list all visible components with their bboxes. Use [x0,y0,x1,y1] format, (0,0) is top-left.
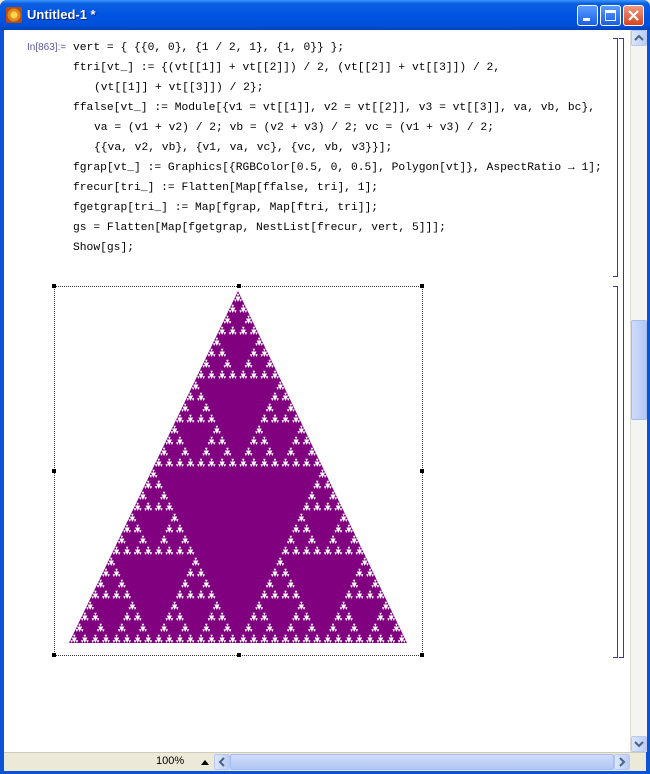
title-bar[interactable]: Untitled-1 * [0,0,650,30]
maximize-button[interactable] [600,5,621,26]
code-line: Show[gs]; [73,242,135,254]
resize-handle-top-left[interactable] [52,284,56,288]
window-client-area: In[863]:= vert = { {{0, 0}, {1 / 2, 1}, … [4,30,647,771]
resize-handle-bottom-left[interactable] [52,653,56,657]
minimize-button[interactable] [577,5,598,26]
minimize-icon [583,18,590,21]
horizontal-scroll-thumb[interactable] [230,754,614,770]
code-line: vert = { {{0, 0}, {1 / 2, 1}, {1, 0}} }; [73,42,345,54]
input-cell-label: In[863]:= [27,42,67,53]
input-cell-bracket[interactable] [613,38,618,277]
notebook-content[interactable]: In[863]:= vert = { {{0, 0}, {1 / 2, 1}, … [4,30,630,752]
resize-handle-bottom[interactable] [237,653,241,657]
code-line: fgetgrap[tri_] := Map[fgrap, Map[ftri, t… [73,202,379,214]
scroll-left-button[interactable] [214,754,230,770]
sierpinski-graphic[interactable] [54,286,423,656]
code-line: gs = Flatten[Map[fgetgrap, NestList[frec… [73,222,446,234]
mathematica-app-icon[interactable] [6,7,22,23]
window-title: Untitled-1 * [27,7,96,22]
resize-handle-bottom-right[interactable] [420,653,424,657]
resize-handle-right[interactable] [420,469,424,473]
close-icon [628,10,639,21]
code-line: ftri[vt_] := {(vt[[1]] + vt[[2]]) / 2, (… [73,62,501,74]
code-line: va = (v1 + v2) / 2; vb = (v2 + v3) / 2; … [94,122,494,134]
code-line: fgrap[vt_] := Graphics[{RGBColor[0.5, 0,… [73,162,602,174]
resize-handle-top[interactable] [237,284,241,288]
group-cell-bracket[interactable] [619,38,624,658]
zoom-dropdown-arrow-icon [201,760,209,765]
sierpinski-triangle [69,291,407,643]
close-button[interactable] [623,5,644,26]
horizontal-scrollbar[interactable] [214,754,630,770]
scroll-up-button[interactable] [631,30,647,46]
zoom-level: 100% [156,755,185,767]
vertical-scrollbar[interactable] [630,30,647,752]
status-bar: 100% [4,752,646,771]
resize-handle-left[interactable] [52,469,56,473]
arrow-up-icon [634,34,644,41]
resize-handle-top-right[interactable] [420,284,424,288]
scroll-down-button[interactable] [631,736,647,752]
notebook-window: Untitled-1 * In[863]:= vert = { {{0, 0},… [0,0,650,774]
vertical-scroll-thumb[interactable] [631,320,647,420]
arrow-down-icon [634,741,644,748]
graphics-cell-bracket[interactable] [613,286,618,658]
code-line: {{va, v2, vb}, {v1, va, vc}, {vc, vb, v3… [94,142,393,154]
scroll-right-button[interactable] [614,754,630,770]
code-line: frecur[tri_] := Flatten[Map[ffalse, tri]… [73,182,379,194]
arrow-left-icon [218,757,225,767]
code-line: (vt[[1]] + vt[[3]]) / 2}; [94,82,264,94]
zoom-control[interactable]: 100% [156,755,212,769]
arrow-right-icon [619,757,626,767]
code-line: ffalse[vt_] := Module[{v1 = vt[[1]], v2 … [73,102,596,114]
maximize-icon [605,10,616,21]
